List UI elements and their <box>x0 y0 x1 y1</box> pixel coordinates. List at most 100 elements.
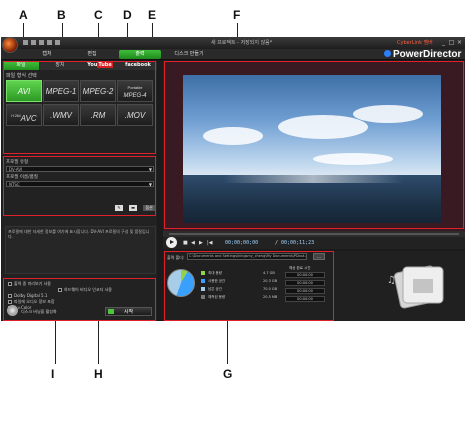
next-frame-button[interactable]: ▶ <box>199 240 203 246</box>
output-folder-label: 출력 폴더: <box>167 255 185 260</box>
legend-label-free: 남은 공간 <box>208 287 222 291</box>
seek-start-button[interactable]: |◀ <box>207 240 213 246</box>
powerdirector-logo: PowerDirector <box>384 49 461 60</box>
dolby-checkbox-row[interactable]: Dolby Digital 5.1 <box>8 293 47 298</box>
prev-frame-button[interactable]: ◀ <box>191 240 195 246</box>
tab-create-disc[interactable]: 디스크 만들기 <box>169 50 209 59</box>
redo-icon[interactable] <box>55 40 60 45</box>
format-avc-label: AVC <box>20 114 37 123</box>
callout-d: D <box>123 8 132 22</box>
callout-e: E <box>148 8 157 22</box>
format-mpeg4-button[interactable]: Portable MPEG-4 <box>117 80 153 102</box>
timecode-separator: / <box>275 240 279 246</box>
format-wmv-button[interactable]: .WMV <box>43 104 79 126</box>
powerdirector-logo-text: PowerDirector <box>393 49 462 60</box>
profile-quality-label: 프로필 이름/품질 <box>6 175 38 180</box>
legend-swatch-used <box>201 279 205 283</box>
produce-decoration-icon: ♫ <box>387 265 444 309</box>
preview-checkbox-row[interactable]: 출력 중 미리보기 사용 <box>8 281 51 287</box>
format-avc-button[interactable]: H.264AVC <box>6 104 42 126</box>
estimated-time-label: 예상 완료 시간 <box>289 266 311 270</box>
legend-label-used: 사용한 공간 <box>208 279 226 283</box>
callout-line-i <box>55 320 56 364</box>
new-icon[interactable] <box>23 40 28 45</box>
profile-type-select[interactable]: DV-AVI ▼ <box>6 166 154 172</box>
format-avc-sub: H.264 <box>11 114 21 118</box>
legend-value-free: 70.0 GB <box>263 287 278 291</box>
preview-window <box>163 61 465 231</box>
output-info-panel: 출력 폴더: C:\Documents and Settings\kingsmy… <box>163 251 465 321</box>
disc-burn-label: 디스크 버닝을 활성화 <box>21 309 57 314</box>
titlebar: 새 프로젝트 - 저장되지 않음* CyberLink 멤버 _ □ × <box>1 37 465 53</box>
audio-info-checkbox-label: 파일에 오디오 정보 포함 <box>14 299 55 304</box>
hw-encoder-checkbox[interactable] <box>58 288 62 292</box>
open-icon[interactable] <box>31 40 36 45</box>
profile-quality-value: NTSC <box>9 182 20 187</box>
callout-b: B <box>57 8 66 22</box>
dolby-checkbox-label: Dolby Digital 5.1 <box>14 293 48 298</box>
tab-capture[interactable]: 캡처 <box>37 50 57 59</box>
disc-icon[interactable] <box>7 305 18 316</box>
format-mov-button[interactable]: .MOV <box>117 104 153 126</box>
format-mpeg1-button[interactable]: MPEG-1 <box>43 80 79 102</box>
legend-label-max: 최대 용량 <box>208 271 222 275</box>
app-logo-icon[interactable] <box>2 37 18 53</box>
profile-delete-icon[interactable]: ▬ <box>129 205 137 211</box>
minimize-button[interactable]: _ <box>440 39 447 46</box>
callout-f: F <box>233 8 241 22</box>
format-rm-button[interactable]: .RM <box>80 104 116 126</box>
svg-text:♫: ♫ <box>387 275 396 286</box>
option-button[interactable]: 옵션 <box>143 205 155 211</box>
save-icon[interactable] <box>39 40 44 45</box>
window-title: 새 프로젝트 - 저장되지 않음* <box>211 40 273 46</box>
play-button[interactable] <box>166 237 177 248</box>
profile-type-label: 프로필 유형 <box>6 160 29 165</box>
hw-encoder-checkbox-label: 하드웨어 비디오 인코더 사용 <box>64 287 112 292</box>
profile-description: 프로필에 대한 자세한 정보를 여기에 표시합니다. DV-AVI 프로필의 구… <box>5 226 156 274</box>
format-mpeg4-label: MPEG-4 <box>123 93 147 99</box>
profile-quality-select[interactable]: NTSC ▼ <box>6 181 154 187</box>
produce-settings-panel: 파일 장치 YouTube facebook 파일 형식 선택 AVI MPEG… <box>2 61 157 321</box>
legend-value-estimated: 20.5 MB <box>263 295 278 299</box>
estimated-time-2: 00:00:00 <box>285 280 325 286</box>
profile-type-value: DV-AVI <box>9 167 23 172</box>
stop-button[interactable]: ■ <box>183 240 188 246</box>
tab-edit[interactable]: 편집 <box>81 50 103 59</box>
preview-highlight <box>164 61 464 229</box>
dolby-checkbox[interactable] <box>8 294 12 298</box>
browse-button[interactable]: ... <box>313 253 325 260</box>
estimated-time-1: 00:00:00 <box>285 272 325 278</box>
legend-value-used: 20.3 GB <box>263 279 278 283</box>
legend-swatch-free <box>201 287 205 291</box>
undo-icon[interactable] <box>47 40 52 45</box>
format-avi-button[interactable]: AVI <box>6 80 42 102</box>
callout-line-g <box>227 320 228 364</box>
format-mpeg2-button[interactable]: MPEG-2 <box>80 80 116 102</box>
hw-encoder-checkbox-row[interactable]: 하드웨어 비디오 인코더 사용 <box>58 287 112 293</box>
audio-info-checkbox[interactable] <box>8 300 12 304</box>
mode-menubar: 캡처 편집 출력 디스크 만들기 PowerDirector <box>1 49 465 60</box>
powerdirector-window: 새 프로젝트 - 저장되지 않음* CyberLink 멤버 _ □ × 캡처 … <box>1 37 465 321</box>
chevron-down-icon: ▼ <box>148 167 152 172</box>
callout-g: G <box>223 367 233 381</box>
callout-h: H <box>94 367 103 381</box>
legend-swatch-max <box>201 271 205 275</box>
chevron-down-icon: ▼ <box>148 182 152 187</box>
scrub-track[interactable] <box>169 233 459 235</box>
close-button[interactable]: × <box>456 39 463 46</box>
maximize-button[interactable]: □ <box>448 39 455 46</box>
profile-edit-icon[interactable]: ✎ <box>115 205 123 211</box>
legend-label-estimated: 예측된 용량 <box>208 295 226 299</box>
legend-swatch-estimated <box>201 295 205 299</box>
total-timecode: 00;00;11;23 <box>281 240 315 246</box>
player-controls: ■ ◀ ▶ |◀ 00;00;00;00 / 00;00;11;23 <box>163 237 465 249</box>
estimated-time-3: 00:00:00 <box>285 288 325 294</box>
powerdirector-logo-icon <box>384 50 391 57</box>
member-link[interactable]: CyberLink 멤버 <box>397 39 433 46</box>
figure: A B C D E F G H I 새 프로젝트 - 저장되지 않음* Cybe… <box>0 0 467 421</box>
format-label: 파일 형식 선택 <box>6 73 37 79</box>
callout-a: A <box>19 8 28 22</box>
tab-produce[interactable]: 출력 <box>119 50 161 59</box>
output-folder-field[interactable]: C:\Documents and Settings\kingsmy_cheng\… <box>187 253 307 260</box>
preview-checkbox[interactable] <box>8 282 12 286</box>
